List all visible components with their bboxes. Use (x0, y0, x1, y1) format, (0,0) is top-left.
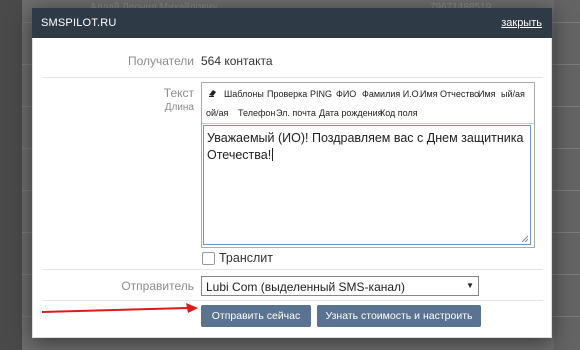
length-label: Длина (164, 102, 194, 113)
resize-handle-icon[interactable] (521, 235, 528, 242)
toolbar-ending-yi[interactable]: ый/ая (501, 89, 525, 99)
toolbar-name-patronymic[interactable]: Имя Отчество (420, 89, 479, 99)
check-cost-button[interactable]: Узнать стоимость и настроить (317, 305, 481, 327)
translit-checkbox[interactable] (202, 252, 215, 265)
row-divider (43, 300, 543, 301)
toolbar-phone[interactable]: Телефон (238, 108, 275, 118)
sender-selected-value: Lubi Com (выделенный SMS-канал) (206, 280, 406, 294)
recipients-count: 564 контакта (201, 54, 273, 68)
toolbar-ping[interactable]: PING (310, 89, 332, 99)
message-textarea[interactable]: Уважаемый (ИО)! Поздравляем вас с Днем з… (203, 125, 531, 245)
toolbar-birth-date[interactable]: Дата рождения (319, 108, 383, 118)
dialog-body: Получатели 564 контакта Текст Длина Шабл… (32, 38, 552, 338)
toolbar-surname-initials[interactable]: Фамилия И.О. (362, 89, 421, 99)
sender-label: Отправитель (121, 279, 194, 293)
dialog-header: SMSPILOT.RU закрыть (32, 8, 552, 38)
message-editor: Шаблоны Проверка PING ФИО Фамилия И.О. И… (201, 82, 535, 248)
row-divider (43, 77, 543, 78)
toolbar-fio[interactable]: ФИО (336, 89, 356, 99)
red-arrow-annotation (41, 303, 198, 313)
toolbar-check[interactable]: Проверка (267, 89, 307, 99)
sms-send-dialog: SMSPILOT.RU закрыть Получатели 564 конта… (32, 8, 552, 338)
close-link[interactable]: закрыть (501, 17, 542, 29)
recipients-label: Получатели (127, 54, 194, 68)
translit-label: Транслит (219, 251, 273, 265)
send-now-button[interactable]: Отправить сейчас (201, 305, 311, 327)
toolbar-templates[interactable]: Шаблоны (224, 89, 264, 99)
editor-toolbar: Шаблоны Проверка PING ФИО Фамилия И.О. И… (202, 83, 534, 124)
text-caret (272, 148, 274, 161)
background-sidebar (0, 0, 22, 350)
toolbar-name[interactable]: Имя (478, 89, 496, 99)
eraser-icon[interactable] (208, 88, 218, 98)
background-right-strip (554, 0, 580, 350)
dialog-title: SMSPILOT.RU (41, 17, 117, 29)
row-divider (43, 269, 543, 270)
text-label: Текст (163, 86, 194, 100)
toolbar-ending-oi[interactable]: ой/ая (206, 108, 228, 118)
message-line: Отечества! (207, 148, 272, 162)
message-line: Уважаемый (ИО)! Поздравляем вас с Днем з… (207, 131, 524, 145)
toolbar-email[interactable]: Эл. почта (276, 108, 316, 118)
sender-select[interactable]: Lubi Com (выделенный SMS-канал) ▼ (201, 276, 479, 296)
toolbar-field-code[interactable]: Код поля (380, 108, 418, 118)
dropdown-arrow-icon: ▼ (466, 281, 474, 290)
